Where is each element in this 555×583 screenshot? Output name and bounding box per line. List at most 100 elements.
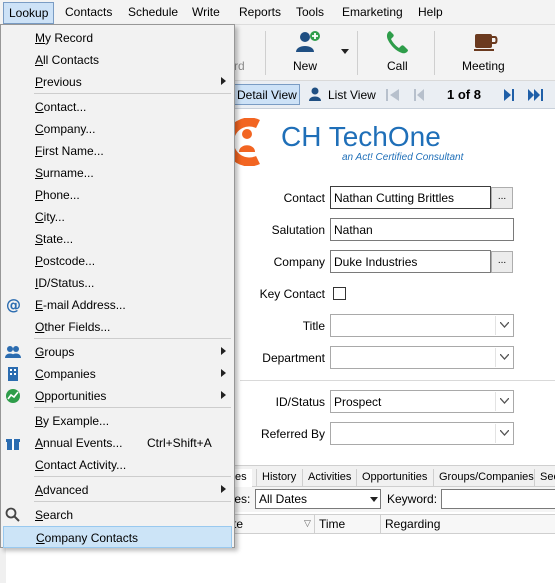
menu-item-label: ID/Status... (35, 276, 95, 290)
form-divider (240, 380, 555, 381)
submenu-arrow-icon (221, 391, 226, 399)
keyword-input[interactable] (441, 489, 555, 509)
menu-item-label: Contact Activity... (35, 458, 127, 472)
menu-item-city[interactable]: City... (3, 206, 232, 228)
menu-item-advanced[interactable]: Advanced (3, 479, 232, 501)
menu-item-state[interactable]: State... (3, 228, 232, 250)
menu-schedule[interactable]: Schedule (128, 5, 178, 19)
menu-lookup[interactable]: Lookup (3, 2, 55, 24)
tab-history[interactable]: History (256, 469, 301, 487)
next-record-icon[interactable] (504, 89, 514, 101)
title-dropdown[interactable] (330, 314, 514, 337)
tab-secondary[interactable]: Sec (534, 469, 555, 487)
menu-item-label: Company... (35, 122, 96, 136)
id-status-dropdown[interactable]: Prospect (330, 390, 514, 413)
company-label: Company (273, 255, 325, 269)
coffee-cup-icon (474, 34, 498, 51)
company-field[interactable]: Duke Industries (330, 250, 491, 273)
opportunities-icon (6, 389, 20, 403)
menu-item-groups[interactable]: Groups (3, 341, 232, 363)
department-dropdown[interactable] (330, 346, 514, 369)
dates-filter-dropdown[interactable]: All Dates (255, 489, 381, 509)
grid-header: te ▽ Time Regarding (233, 514, 555, 534)
menu-item-my-record[interactable]: My Record (3, 27, 232, 49)
menu-item-previous[interactable]: Previous (3, 71, 232, 93)
column-separator[interactable] (314, 515, 315, 533)
new-button[interactable]: New (273, 25, 339, 81)
menu-item-label: Company Contacts (36, 531, 139, 545)
regarding-column-header[interactable]: Regarding (385, 517, 440, 531)
menu-emarketing[interactable]: Emarketing (342, 5, 403, 19)
column-separator[interactable] (380, 515, 381, 533)
key-contact-checkbox[interactable] (333, 287, 346, 300)
menu-help[interactable]: Help (418, 5, 443, 19)
menu-item-label: Groups (35, 345, 75, 359)
svg-text:@: @ (6, 297, 21, 313)
new-dropdown-arrow-icon[interactable] (341, 49, 349, 54)
list-view-button[interactable]: List View (328, 88, 376, 102)
company-ellipsis-button[interactable]: ... (491, 251, 513, 273)
time-column-header[interactable]: Time (319, 517, 345, 531)
lookup-menu: My Record All Contacts Previous Contact... C… (0, 24, 235, 548)
salutation-field[interactable]: Nathan (330, 218, 514, 241)
menu-item-companies[interactable]: Companies (3, 363, 232, 385)
menu-contacts[interactable]: Contacts (65, 5, 112, 19)
menu-item-contact[interactable]: Contact... (3, 96, 232, 118)
previous-record-icon[interactable] (414, 89, 424, 101)
menu-item-label: Companies (35, 367, 96, 381)
menu-item-label: E-mail Address... (35, 298, 126, 312)
chevron-down-icon[interactable] (495, 392, 512, 411)
phone-icon (386, 31, 408, 54)
tab-opportunities[interactable]: Opportunities (356, 469, 432, 487)
contact-ellipsis-button[interactable]: ... (491, 187, 513, 209)
first-record-icon[interactable] (386, 89, 400, 101)
chevron-down-icon[interactable] (495, 348, 512, 367)
menu-item-first-name[interactable]: First Name... (3, 140, 232, 162)
key-contact-label: Key Contact (259, 287, 325, 301)
menu-separator (34, 93, 231, 94)
menu-item-id-status[interactable]: ID/Status... (3, 272, 232, 294)
meeting-button[interactable]: Meeting (449, 25, 521, 81)
menu-item-phone[interactable]: Phone... (3, 184, 232, 206)
menu-reports[interactable]: Reports (239, 5, 281, 19)
menu-item-search[interactable]: Search (3, 504, 232, 526)
menu-item-other-fields[interactable]: Other Fields... (3, 316, 232, 338)
menu-item-label: Previous (35, 75, 82, 89)
menu-item-company[interactable]: Company... (3, 118, 232, 140)
menu-item-postcode[interactable]: Postcode... (3, 250, 232, 272)
referred-by-dropdown[interactable] (330, 422, 514, 445)
new-label: New (293, 59, 318, 73)
delete-button[interactable]: rd (233, 25, 263, 81)
chevron-down-icon[interactable] (370, 497, 378, 502)
tab-groups-companies[interactable]: Groups/Companies (433, 469, 539, 487)
gift-icon (6, 439, 20, 450)
contact-label: Contact (283, 191, 325, 205)
id-status-label: ID/Status (275, 395, 325, 409)
contact-field[interactable]: Nathan Cutting Brittles (330, 186, 491, 209)
tab-activities[interactable]: Activities (302, 469, 356, 487)
menu-item-all-contacts[interactable]: All Contacts (3, 49, 232, 71)
menu-tools[interactable]: Tools (296, 5, 324, 19)
call-button[interactable]: Call (366, 25, 428, 81)
menu-item-e-mail-address[interactable]: @ E-mail Address... (3, 294, 232, 316)
menu-item-contact-activity[interactable]: Contact Activity... (3, 454, 232, 476)
menu-item-label: Other Fields... (35, 320, 111, 334)
menu-item-company-contacts[interactable]: Company Contacts (3, 526, 232, 548)
submenu-arrow-icon (221, 77, 226, 85)
menu-item-annual-events[interactable]: Annual Events... Ctrl+Shift+A (3, 432, 232, 454)
menu-write[interactable]: Write (192, 5, 220, 19)
sort-down-icon: ▽ (304, 518, 311, 528)
chevron-down-icon[interactable] (495, 424, 512, 443)
detail-view-button[interactable]: Detail View (233, 84, 300, 105)
chevron-down-icon[interactable] (495, 316, 512, 335)
call-label: Call (387, 59, 408, 73)
menu-item-opportunities[interactable]: Opportunities (3, 385, 232, 407)
menu-item-label: City... (35, 210, 65, 224)
menu-item-label: My Record (35, 31, 94, 45)
menu-item-label: Advanced (35, 483, 89, 497)
last-record-icon[interactable] (528, 89, 544, 101)
menu-item-surname[interactable]: Surname... (3, 162, 232, 184)
department-label: Department (262, 351, 325, 365)
referred-by-label: Referred By (260, 427, 325, 441)
menu-item-by-example[interactable]: By Example... (3, 410, 232, 432)
